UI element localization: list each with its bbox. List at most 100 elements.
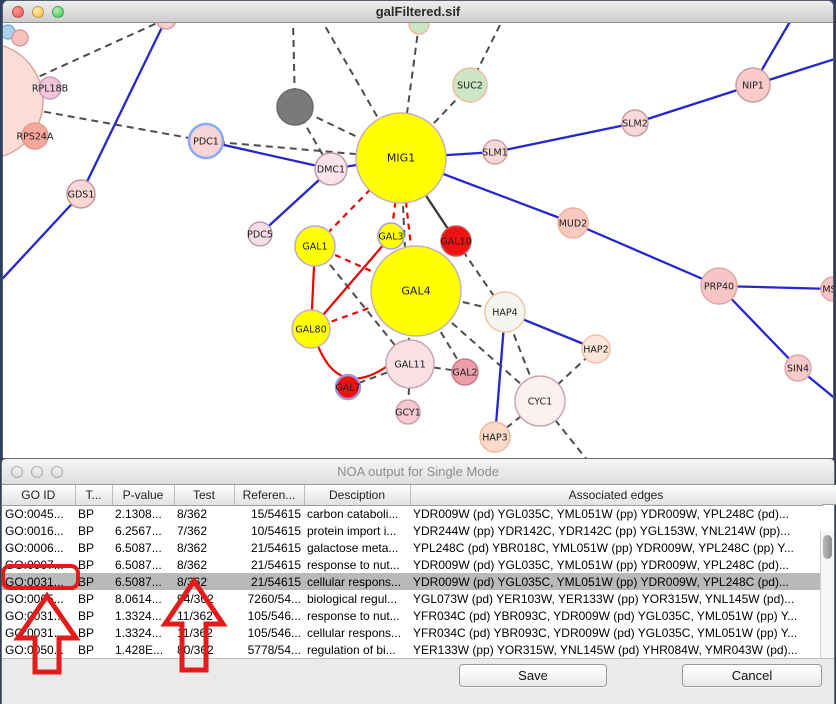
node-GCY1[interactable]: [396, 400, 420, 424]
network-graph: RPL18BRPS24AGDS1PDC1PDC5DMC1MIG1SUC2SLM1…: [3, 23, 833, 458]
graph-window-titlebar[interactable]: galFiltered.sif: [3, 1, 833, 23]
cell-description: cellular respons...: [304, 573, 410, 590]
node-MUD2[interactable]: [558, 208, 588, 238]
node-SIN4[interactable]: [785, 355, 811, 381]
cell-edges: YFR034C (pd) YBR093C, YDR009W (pd) YGL03…: [410, 607, 822, 624]
cell-pvalue: 6.5087...: [112, 539, 174, 556]
node-MSN[interactable]: [821, 277, 833, 301]
node-GAL10[interactable]: [441, 226, 471, 256]
column-header-p-value[interactable]: P-value: [112, 485, 174, 505]
edge-SLM1-SLM2: [495, 123, 635, 152]
node-cuttop2[interactable]: [12, 30, 28, 46]
edge-pinkcut-GDS1: [81, 23, 166, 194]
node-HAP3[interactable]: [480, 422, 510, 452]
node-GDS1[interactable]: [67, 180, 95, 208]
node-pinkcut[interactable]: [156, 23, 176, 29]
table-row[interactable]: GO:0050...BP1.428E...80/3625778/54...reg…: [2, 641, 822, 658]
cell-test: 8/362: [174, 539, 234, 556]
cell-goid: GO:0031...: [2, 624, 75, 641]
noa-output-window: NOA output for Single Mode GO IDT...P-va…: [1, 458, 835, 704]
graph-window-title: galFiltered.sif: [3, 1, 833, 23]
node-PDC1[interactable]: [189, 124, 223, 158]
cell-edges: YFR034C (pd) YBR093C, YDR009W (pd) YGL03…: [410, 624, 822, 641]
table-row[interactable]: GO:0045...BP2.1308...8/36215/54615carbon…: [2, 505, 822, 522]
edge-curve-red: [318, 346, 386, 379]
node-GAL2[interactable]: [452, 359, 478, 385]
cell-reference: 105/546...: [234, 624, 304, 641]
column-header-desciption[interactable]: Desciption: [304, 485, 410, 505]
cell-edges: YER133W (pp) YOR315W, YNL145W (pd) YHR08…: [410, 641, 822, 658]
cell-goid: GO:0031...: [2, 607, 75, 624]
node-NIP1[interactable]: [736, 68, 770, 102]
column-header-test[interactable]: Test: [174, 485, 234, 505]
node-GAL11[interactable]: [386, 340, 434, 388]
cell-description: galactose meta...: [304, 539, 410, 556]
cell-type: BP: [75, 573, 112, 590]
cell-type: BP: [75, 590, 112, 607]
cell-type: BP: [75, 505, 112, 522]
cell-goid: GO:0006...: [2, 539, 75, 556]
node-SLM2[interactable]: [622, 110, 648, 136]
node-GAL3[interactable]: [378, 223, 404, 249]
cell-test: 7/362: [174, 522, 234, 539]
node-RPS24A[interactable]: [22, 123, 48, 149]
column-header-referen-[interactable]: Referen...: [234, 485, 304, 505]
table-row[interactable]: GO:0006...BP6.5087...8/36221/54615galact…: [2, 539, 822, 556]
save-button[interactable]: Save: [459, 664, 607, 687]
cell-goid: GO:0031...: [2, 573, 75, 590]
cell-test: 94/362: [174, 590, 234, 607]
node-MIG1[interactable]: [356, 113, 446, 203]
cell-pvalue: 1.3324...: [112, 624, 174, 641]
cancel-button[interactable]: Cancel: [682, 664, 822, 687]
cell-edges: YDR009W (pd) YGL035C, YML051W (pp) YDR00…: [410, 556, 822, 573]
column-header-t-[interactable]: T...: [75, 485, 112, 505]
node-gray1[interactable]: [277, 89, 313, 125]
cell-reference: 7260/54...: [234, 590, 304, 607]
cell-edges: YDR244W (pp) YDR142C, YDR142C (pp) YGL15…: [410, 522, 822, 539]
node-greencut[interactable]: [409, 23, 429, 34]
column-header-associated-edges[interactable]: Associated edges: [410, 485, 822, 505]
cell-pvalue: 6.5087...: [112, 573, 174, 590]
cell-edges: YDR009W (pd) YGL035C, YML051W (pp) YDR00…: [410, 573, 822, 590]
network-canvas[interactable]: RPL18BRPS24AGDS1PDC1PDC5DMC1MIG1SUC2SLM1…: [3, 23, 833, 458]
cell-reference: 21/54615: [234, 573, 304, 590]
table-row[interactable]: GO:0031...BP6.5087...8/36221/54615cellul…: [2, 573, 822, 590]
node-GAL7[interactable]: [336, 375, 360, 399]
node-RPL18B[interactable]: [39, 77, 61, 99]
table-row[interactable]: GO:0031...BP1.3324...11/362105/546...res…: [2, 607, 822, 624]
cell-description: protein import i...: [304, 522, 410, 539]
cell-edges: YGL073W (pd) YER103W, YER133W (pp) YOR31…: [410, 590, 822, 607]
cell-goid: GO:0045...: [2, 505, 75, 522]
node-PRP40[interactable]: [701, 268, 737, 304]
node-CYC1[interactable]: [515, 376, 565, 426]
node-HAP2[interactable]: [582, 335, 610, 363]
node-SLM1[interactable]: [483, 140, 507, 164]
table-row[interactable]: GO:0007...BP6.5087...8/36221/54615respon…: [2, 556, 822, 573]
table-row[interactable]: GO:0016...BP6.2567...7/36210/54615protei…: [2, 522, 822, 539]
node-GAL1[interactable]: [295, 226, 335, 266]
cell-type: BP: [75, 624, 112, 641]
noa-results-table: GO IDT...P-valueTestReferen...Desciption…: [2, 485, 834, 658]
table-row[interactable]: GO:0031...BP1.3324...11/362105/546...cel…: [2, 624, 822, 641]
column-header-go-id[interactable]: GO ID: [2, 485, 75, 505]
noa-window-titlebar[interactable]: NOA output for Single Mode: [2, 459, 834, 485]
node-PDC5[interactable]: [248, 222, 272, 246]
cell-goid: GO:0065...: [2, 590, 75, 607]
cell-description: response to nut...: [304, 556, 410, 573]
cell-pvalue: 2.1308...: [112, 505, 174, 522]
table-row[interactable]: GO:0065...BP8.0614...94/3627260/54...bio…: [2, 590, 822, 607]
node-SUC2[interactable]: [453, 68, 487, 102]
node-GAL80[interactable]: [292, 310, 330, 348]
node-DMC1[interactable]: [315, 153, 347, 185]
edge-PDC1-DMC1: [206, 141, 331, 169]
cell-pvalue: 1.3324...: [112, 607, 174, 624]
cell-reference: 21/54615: [234, 556, 304, 573]
scrollbar-thumb[interactable]: [823, 535, 832, 559]
node-GAL4[interactable]: [371, 246, 461, 336]
cell-pvalue: 8.0614...: [112, 590, 174, 607]
graph-window: galFiltered.sif RPL18BRPS24AGDS1PDC1PDC5…: [2, 0, 834, 458]
cell-reference: 5778/54...: [234, 641, 304, 658]
cell-type: BP: [75, 556, 112, 573]
node-HAP4[interactable]: [485, 292, 525, 332]
cell-description: regulation of bi...: [304, 641, 410, 658]
